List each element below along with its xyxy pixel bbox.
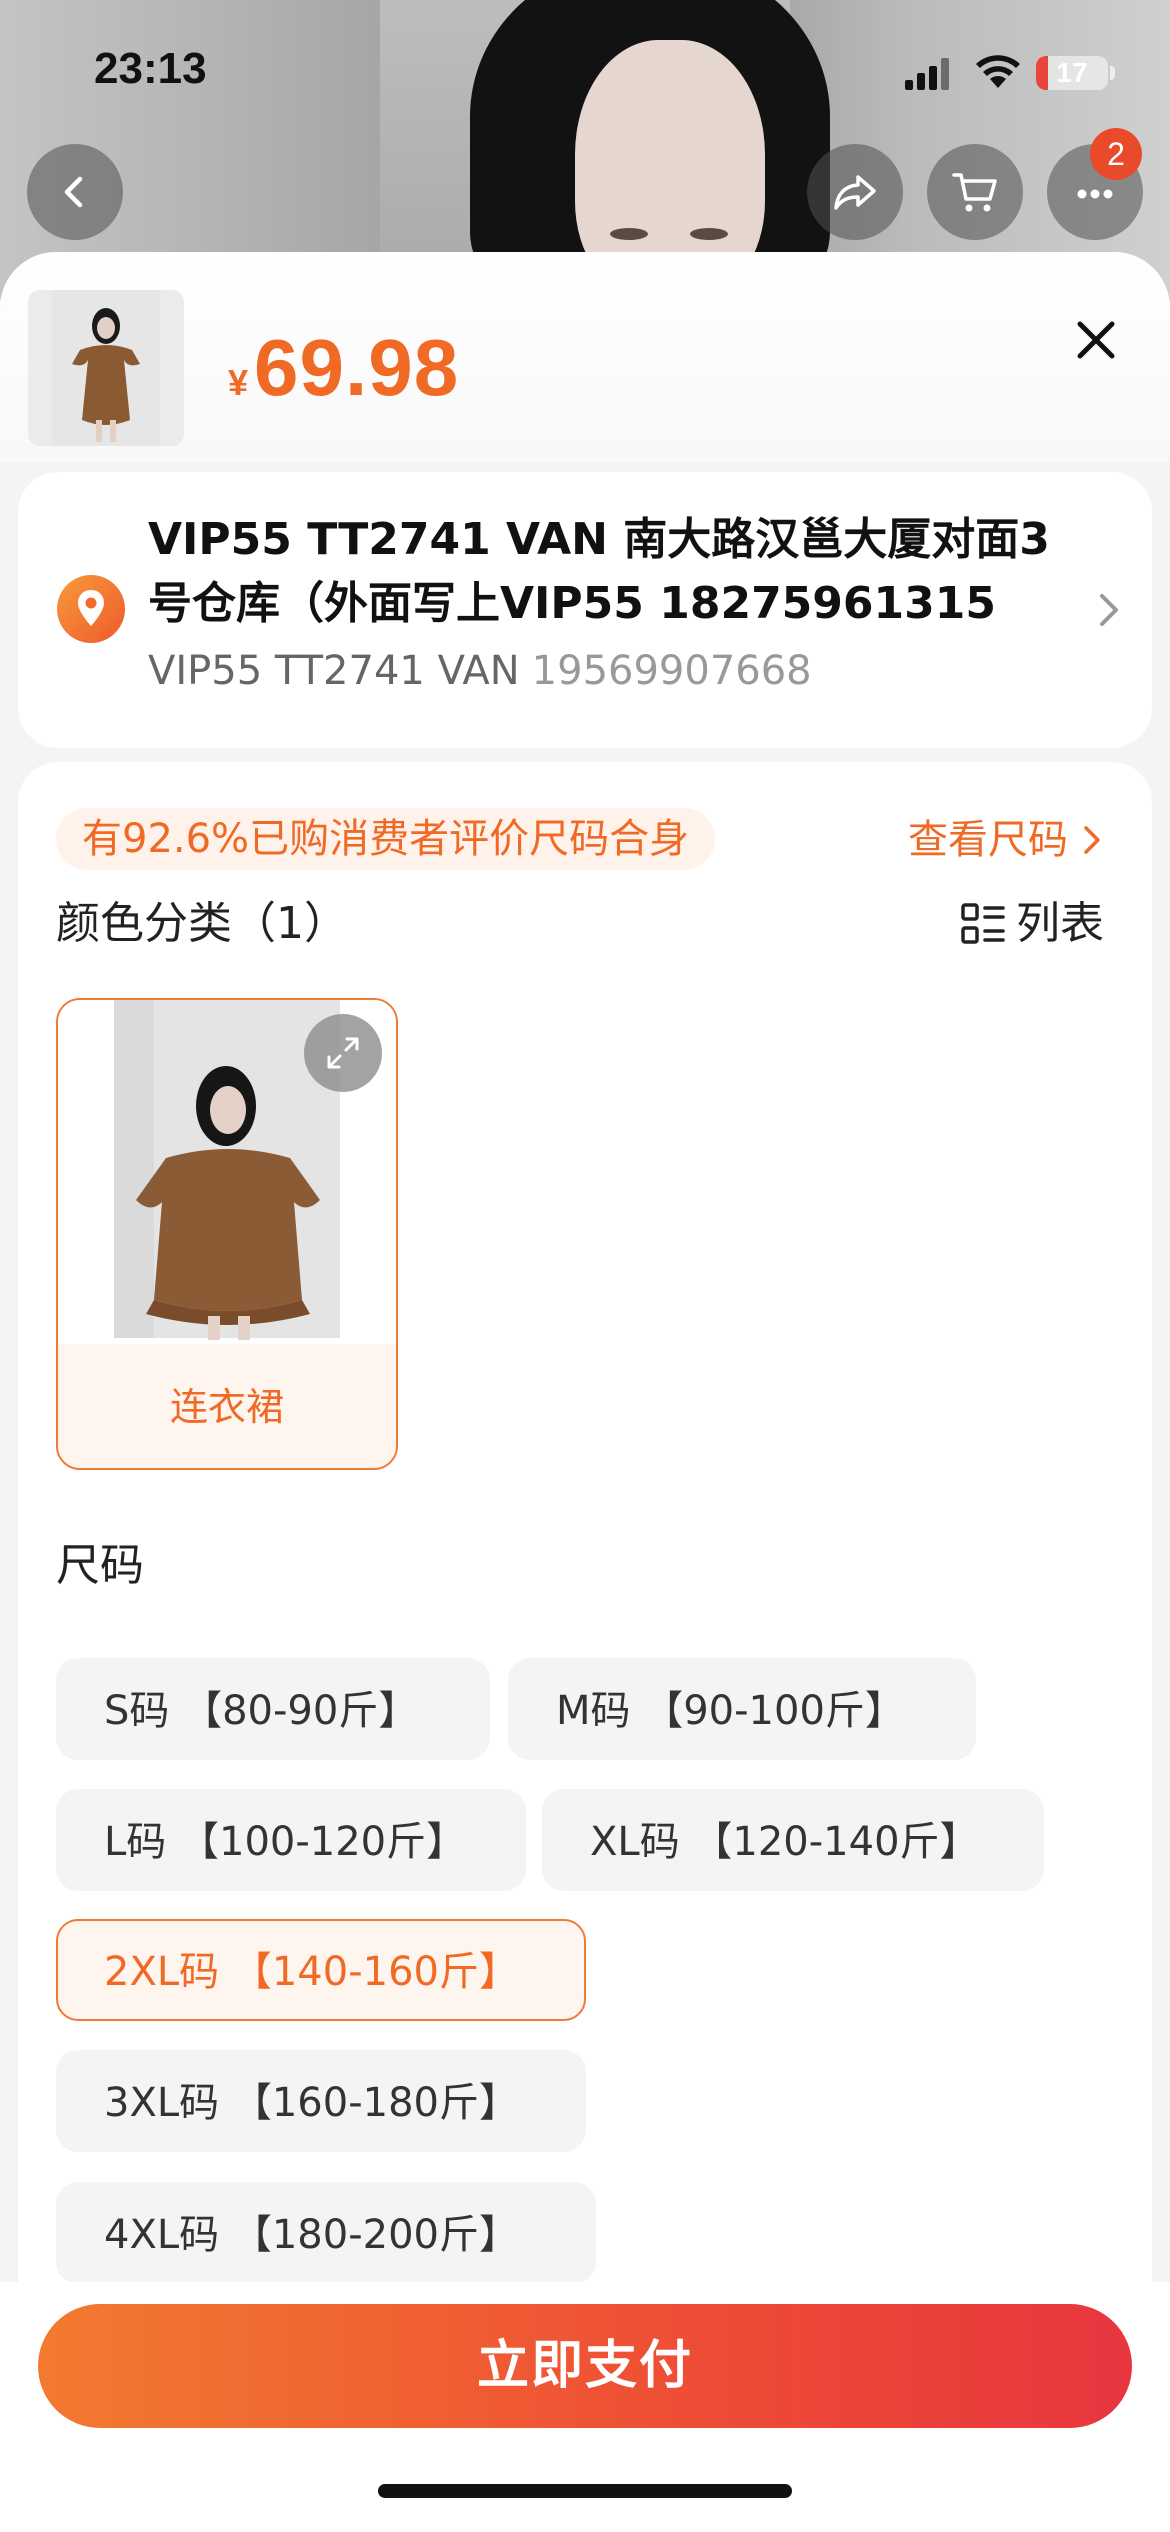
home-indicator bbox=[378, 2484, 792, 2498]
chevron-right-icon bbox=[1100, 594, 1118, 626]
recipient-name: VIP55 TT2741 VAN bbox=[148, 648, 520, 694]
cellular-signal-icon bbox=[905, 58, 949, 90]
list-view-toggle[interactable]: 列表 bbox=[960, 896, 1104, 952]
size-option-2xl[interactable]: 2XL码 【140-160斤】 bbox=[56, 1919, 586, 2021]
battery-tip bbox=[1110, 66, 1115, 80]
list-view-icon bbox=[961, 903, 1005, 944]
expand-icon bbox=[327, 1037, 359, 1069]
battery-indicator: 17 bbox=[1036, 56, 1108, 90]
list-view-label: 列表 bbox=[1016, 898, 1104, 949]
address-card[interactable]: VIP55 TT2741 VAN 南大路汉邕大厦对面3号仓库（外面写上VIP55… bbox=[18, 472, 1152, 748]
cart-button[interactable] bbox=[927, 144, 1023, 240]
size-fit-note: 有92.6%已购消费者评价尺码合身 bbox=[56, 808, 716, 870]
model-eye-right bbox=[690, 228, 728, 240]
wifi-icon bbox=[976, 55, 1020, 88]
currency-symbol: ¥ bbox=[228, 362, 249, 403]
recipient-phone: 19569907668 bbox=[531, 648, 812, 694]
size-option-4xl[interactable]: 4XL码 【180-200斤】 bbox=[56, 2182, 596, 2284]
color-option-label: 连衣裙 bbox=[58, 1344, 396, 1468]
color-section-title: 颜色分类（1） bbox=[56, 898, 348, 949]
close-button[interactable] bbox=[1068, 312, 1124, 368]
options-card: 有92.6%已购消费者评价尺码合身 查看尺码 颜色分类（1） 列表 连衣裙 尺码… bbox=[18, 762, 1152, 2532]
chevron-right-icon bbox=[1084, 826, 1100, 854]
share-button[interactable] bbox=[807, 144, 903, 240]
cart-icon bbox=[952, 173, 997, 212]
address-text: VIP55 TT2741 VAN 南大路汉邕大厦对面3号仓库（外面写上VIP55… bbox=[148, 514, 1050, 629]
price-value: 69.98 bbox=[254, 323, 460, 412]
product-sku-screen: 23:13 17 2 ¥69.98 VIP55 TT2741 VAN 南大路汉邕… bbox=[0, 0, 1170, 2532]
size-option-l[interactable]: L码 【100-120斤】 bbox=[56, 1789, 526, 1891]
size-chart-link[interactable]: 查看尺码 bbox=[908, 812, 1106, 868]
price-display: ¥69.98 bbox=[228, 322, 459, 414]
sheet-header: ¥69.98 bbox=[0, 252, 1170, 462]
size-chart-label: 查看尺码 bbox=[908, 817, 1068, 863]
chevron-left-icon bbox=[64, 176, 83, 208]
share-arrow-icon bbox=[834, 175, 876, 210]
notification-badge: 2 bbox=[1090, 128, 1142, 180]
battery-level: 17 bbox=[1056, 57, 1088, 88]
color-option[interactable]: 连衣裙 bbox=[56, 998, 398, 1470]
location-pin-icon bbox=[57, 575, 125, 643]
size-option-m[interactable]: M码 【90-100斤】 bbox=[508, 1658, 976, 1760]
expand-image-button[interactable] bbox=[304, 1014, 382, 1092]
back-button[interactable] bbox=[27, 144, 123, 240]
size-option-xl[interactable]: XL码 【120-140斤】 bbox=[542, 1789, 1044, 1891]
sku-bottom-sheet: ¥69.98 VIP55 TT2741 VAN 南大路汉邕大厦对面3号仓库（外面… bbox=[0, 252, 1170, 2532]
model-eye-left bbox=[610, 228, 648, 240]
close-icon bbox=[1077, 321, 1115, 359]
status-time: 23:13 bbox=[94, 44, 207, 93]
pay-now-button[interactable]: 立即支付 bbox=[38, 2304, 1132, 2428]
product-thumbnail[interactable] bbox=[28, 290, 184, 446]
status-bar: 23:13 17 bbox=[0, 0, 1170, 140]
recipient-line: VIP55 TT2741 VAN 19569907668 bbox=[148, 648, 812, 694]
color-option-image bbox=[58, 1000, 396, 1344]
product-thumbnail-image bbox=[52, 290, 160, 446]
size-section-title: 尺码 bbox=[56, 1540, 144, 1591]
size-option-s[interactable]: S码 【80-90斤】 bbox=[56, 1658, 490, 1760]
size-option-3xl[interactable]: 3XL码 【160-180斤】 bbox=[56, 2050, 586, 2152]
